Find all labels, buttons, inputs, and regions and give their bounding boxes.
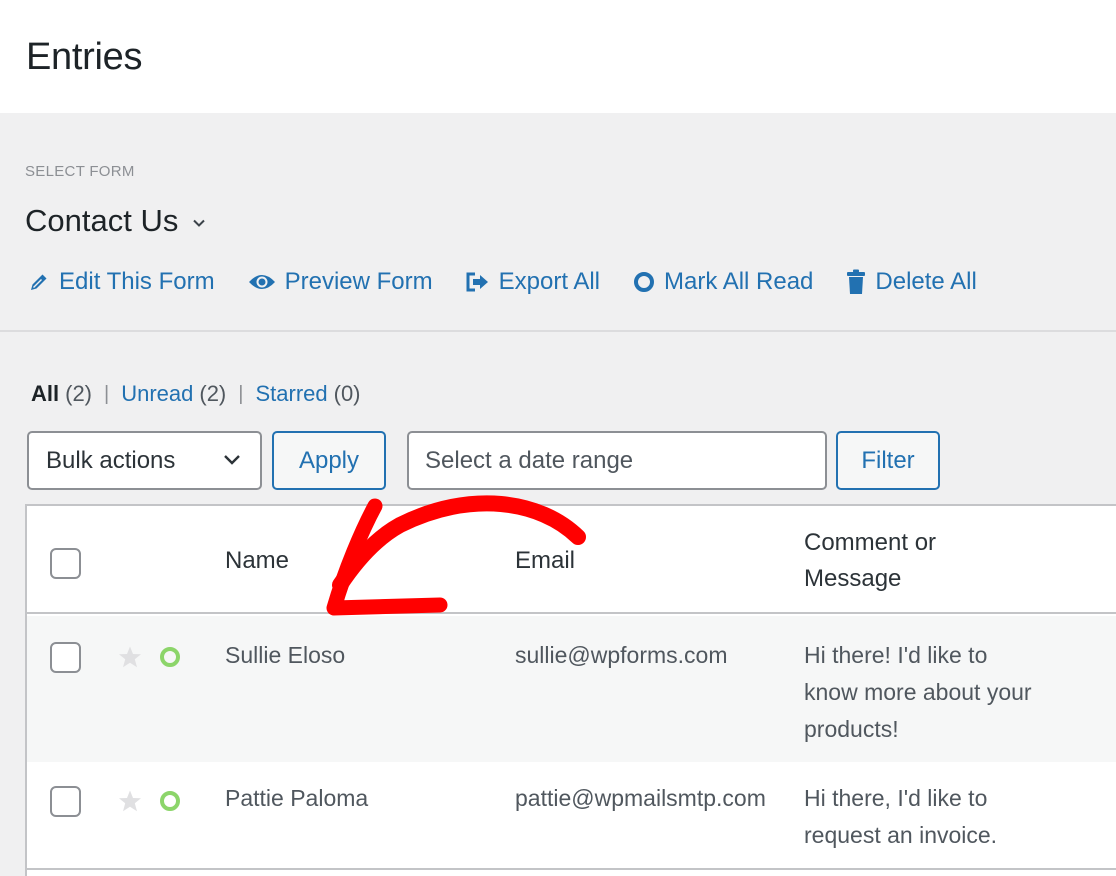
view-starred-count: (0) xyxy=(333,381,361,406)
view-separator: | xyxy=(104,382,110,405)
star-icon[interactable] xyxy=(117,789,143,813)
mark-all-read-link[interactable]: Mark All Read xyxy=(633,268,813,296)
form-actions: Edit This Form Preview Form Export All M… xyxy=(28,268,1010,296)
view-starred-link[interactable]: Starred xyxy=(255,381,327,407)
view-all[interactable]: All xyxy=(31,381,59,407)
preview-form-link[interactable]: Preview Form xyxy=(248,268,433,296)
bulk-actions-select[interactable]: Bulk actions xyxy=(27,431,262,490)
current-form-name: Contact Us xyxy=(25,203,179,238)
page-title: Entries xyxy=(26,36,143,78)
entry-name[interactable]: Pattie Paloma xyxy=(225,780,368,817)
date-range-input[interactable] xyxy=(407,431,827,490)
pencil-icon xyxy=(31,274,47,290)
unread-indicator-icon[interactable] xyxy=(160,791,180,811)
filter-button[interactable]: Filter xyxy=(836,431,940,490)
star-icon[interactable] xyxy=(117,645,143,669)
delete-all-link[interactable]: Delete All xyxy=(846,268,977,296)
entry-message: Hi there, I'd like to request an invoice… xyxy=(804,785,998,848)
select-all-checkbox[interactable] xyxy=(50,548,81,579)
chevron-down-icon xyxy=(224,455,240,465)
view-all-count: (2) xyxy=(65,381,93,406)
view-separator: | xyxy=(238,382,244,405)
unread-indicator-icon[interactable] xyxy=(160,647,180,667)
export-all-link[interactable]: Export All xyxy=(466,268,600,296)
entry-name[interactable]: Sullie Eloso xyxy=(225,637,345,674)
entry-email: pattie@wpmailsmtp.com xyxy=(515,785,766,811)
delete-all-label: Delete All xyxy=(875,268,977,295)
edit-form-link[interactable]: Edit This Form xyxy=(28,268,215,296)
table-row[interactable]: Pattie Paloma pattie@wpmailsmtp.com Hi t… xyxy=(27,762,1116,870)
view-unread-count: (2) xyxy=(199,381,227,406)
row-checkbox[interactable] xyxy=(50,786,81,817)
preview-form-label: Preview Form xyxy=(284,268,433,295)
page-header: Entries xyxy=(0,0,1116,113)
entry-view-filters: All (2) | Unread (2) | Starred (0) xyxy=(31,381,361,407)
eye-icon xyxy=(248,275,275,289)
row-checkbox[interactable] xyxy=(50,642,81,673)
chevron-down-icon xyxy=(193,219,206,227)
apply-button[interactable]: Apply xyxy=(272,431,386,490)
table-header: Name Email Comment or Message xyxy=(27,506,1116,614)
column-header-email[interactable]: Email xyxy=(515,543,575,579)
table-row[interactable]: Sullie Eloso sullie@wpforms.com Hi there… xyxy=(27,616,1116,762)
section-divider xyxy=(0,330,1116,332)
circle-icon xyxy=(634,272,655,292)
export-all-label: Export All xyxy=(498,268,601,295)
export-icon xyxy=(466,272,488,292)
mark-all-read-label: Mark All Read xyxy=(664,268,814,295)
view-unread-link[interactable]: Unread xyxy=(121,381,193,407)
entry-message: Hi there! I'd like to know more about yo… xyxy=(804,642,1032,742)
column-header-name[interactable]: Name xyxy=(225,543,289,579)
bulk-actions-value: Bulk actions xyxy=(46,446,176,474)
column-header-message[interactable]: Comment or Message xyxy=(804,525,1004,597)
select-form-label: SELECT FORM xyxy=(25,163,135,180)
trash-icon xyxy=(847,269,866,294)
entry-email: sullie@wpforms.com xyxy=(515,642,728,668)
edit-form-label: Edit This Form xyxy=(59,268,215,295)
entries-table: Name Email Comment or Message Sullie Elo… xyxy=(25,504,1116,876)
form-selector-dropdown[interactable]: Contact Us xyxy=(25,203,206,239)
